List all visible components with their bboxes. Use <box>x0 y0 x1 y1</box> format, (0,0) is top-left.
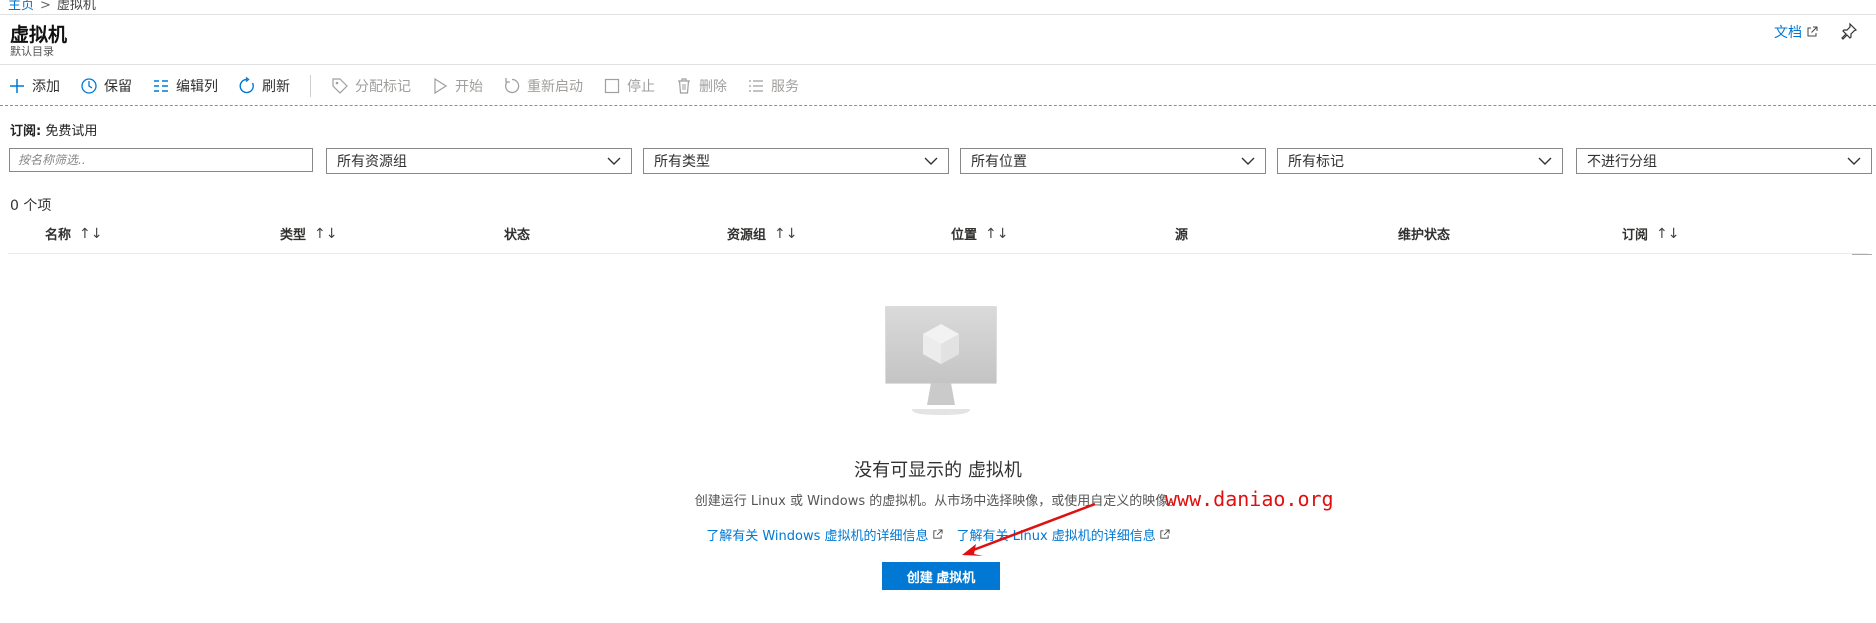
start-button-label: 开始 <box>455 79 483 95</box>
column-header-label: 名称 <box>45 228 72 243</box>
red-arrow-annotation <box>962 502 1096 556</box>
empty-state-description: 创建运行 Linux 或 Windows 的虚拟机。从市场中选择映像，或使用自定… <box>694 494 1182 509</box>
edit-columns-button[interactable]: 编辑列 <box>152 76 218 96</box>
location-filter[interactable]: 所有位置 <box>960 148 1266 174</box>
column-header-subscription[interactable]: 订阅 ↑↓ <box>1622 224 1680 244</box>
grouping-filter-value: 不进行分组 <box>1587 154 1657 170</box>
assign-tags-button[interactable]: 分配标记 <box>331 76 411 96</box>
column-header-label: 维护状态 <box>1398 228 1451 243</box>
column-header-label: 订阅 <box>1622 228 1649 243</box>
column-header-source: 源 <box>1175 224 1188 243</box>
docs-link[interactable]: 文档 <box>1774 22 1818 42</box>
external-link-icon <box>1807 26 1818 37</box>
type-filter[interactable]: 所有类型 <box>643 148 949 174</box>
table-header-divider <box>8 253 1868 254</box>
chevron-down-icon <box>1241 157 1255 165</box>
type-filter-value: 所有类型 <box>654 154 710 170</box>
external-link-icon <box>932 529 943 539</box>
services-button-label: 服务 <box>771 79 799 95</box>
delete-button[interactable]: 删除 <box>675 76 727 96</box>
breadcrumb-separator: > <box>40 0 51 13</box>
name-filter-input[interactable] <box>9 148 313 172</box>
start-button[interactable]: 开始 <box>431 76 483 96</box>
column-header-label: 类型 <box>280 228 307 243</box>
columns-icon <box>154 80 168 92</box>
learn-more-links: 了解有关 Windows 虚拟机的详细信息 了解有关 Linux 虚拟机的详细信… <box>0 525 1876 544</box>
empty-state-title: 没有可显示的 虚拟机 <box>854 460 1022 481</box>
page-subtitle: 默认目录 <box>10 45 54 58</box>
watermark-text: www.daniao.org <box>1165 487 1334 511</box>
breadcrumb-home-link[interactable]: 主页 <box>8 0 34 13</box>
tag-icon <box>332 78 348 94</box>
restart-icon <box>504 78 520 94</box>
refresh-icon <box>239 77 254 94</box>
add-button[interactable]: 添加 <box>8 76 60 96</box>
play-icon <box>434 77 448 95</box>
column-header-label: 状态 <box>504 228 531 243</box>
item-count: 0 个项 <box>10 198 52 214</box>
location-filter-value: 所有位置 <box>971 154 1027 170</box>
chevron-down-icon <box>1847 157 1861 165</box>
grouping-filter[interactable]: 不进行分组 <box>1576 148 1872 174</box>
refresh-button[interactable]: 刷新 <box>238 76 290 96</box>
reserve-button-label: 保留 <box>104 79 132 95</box>
clock-icon <box>81 78 97 94</box>
trash-icon <box>678 78 690 94</box>
restart-button-label: 重新启动 <box>527 79 583 95</box>
sort-icon: ↑↓ <box>985 225 1009 242</box>
restart-button[interactable]: 重新启动 <box>503 76 583 96</box>
column-header-maintenance-status: 维护状态 <box>1398 224 1450 243</box>
command-bar: 添加 保留 编辑列 刷新 分配标记 开始 重新启动 停止 删除 服务 <box>8 72 819 100</box>
toolbar-divider <box>310 75 311 97</box>
sort-icon: ↑↓ <box>1656 225 1680 242</box>
chevron-down-icon <box>1538 157 1552 165</box>
column-header-label: 位置 <box>951 228 978 243</box>
docs-link-label: 文档 <box>1774 25 1802 41</box>
column-header-name[interactable]: 名称 ↑↓ <box>45 224 103 244</box>
chevron-down-icon <box>607 157 621 165</box>
tags-filter-value: 所有标记 <box>1288 154 1344 170</box>
delete-button-label: 删除 <box>699 79 727 95</box>
learn-windows-vm-link-label: 了解有关 Windows 虚拟机的详细信息 <box>706 529 929 544</box>
subscription-label: 订阅: <box>10 124 42 139</box>
add-button-label: 添加 <box>32 79 60 95</box>
services-button[interactable]: 服务 <box>747 76 799 96</box>
column-header-status: 状态 <box>504 224 530 243</box>
external-link-icon <box>1160 529 1170 539</box>
breadcrumb: 主页 > 虚拟机 <box>8 0 96 13</box>
breadcrumb-current: 虚拟机 <box>56 0 96 13</box>
column-header-location[interactable]: 位置 ↑↓ <box>951 224 1009 244</box>
subscription-value: 免费试用 <box>45 124 98 139</box>
list-icon <box>749 80 763 92</box>
stop-button-label: 停止 <box>627 79 655 95</box>
column-header-label: 资源组 <box>727 228 767 243</box>
stop-button[interactable]: 停止 <box>603 76 655 96</box>
create-vm-button[interactable]: 创建 虚拟机 <box>882 562 1000 590</box>
learn-windows-vm-link[interactable]: 了解有关 Windows 虚拟机的详细信息 <box>706 525 943 544</box>
plus-icon <box>10 79 24 93</box>
refresh-button-label: 刷新 <box>262 79 290 95</box>
pin-icon[interactable] <box>1840 22 1858 40</box>
virtual-machine-icon <box>885 306 997 415</box>
stop-icon <box>604 78 620 94</box>
column-header-label: 源 <box>1175 228 1189 243</box>
toolbar-divider-line <box>0 105 1876 106</box>
subscription-filter-summary: 订阅: 免费试用 <box>10 120 97 139</box>
column-header-resource-group[interactable]: 资源组 ↑↓ <box>727 224 798 244</box>
column-header-type[interactable]: 类型 ↑↓ <box>280 224 338 244</box>
tags-filter[interactable]: 所有标记 <box>1277 148 1563 174</box>
breadcrumb-divider <box>0 14 1876 15</box>
resource-group-filter[interactable]: 所有资源组 <box>326 148 632 174</box>
edit-columns-button-label: 编辑列 <box>176 79 218 95</box>
sort-icon: ↑↓ <box>774 225 798 242</box>
resource-group-filter-value: 所有资源组 <box>337 154 407 170</box>
sort-icon: ↑↓ <box>79 225 103 242</box>
assign-tags-button-label: 分配标记 <box>355 79 411 95</box>
reserve-button[interactable]: 保留 <box>80 76 132 96</box>
chevron-down-icon <box>924 157 938 165</box>
header-divider <box>0 64 1876 65</box>
sort-icon: ↑↓ <box>314 225 338 242</box>
scrollbar-handle[interactable] <box>1852 254 1872 259</box>
